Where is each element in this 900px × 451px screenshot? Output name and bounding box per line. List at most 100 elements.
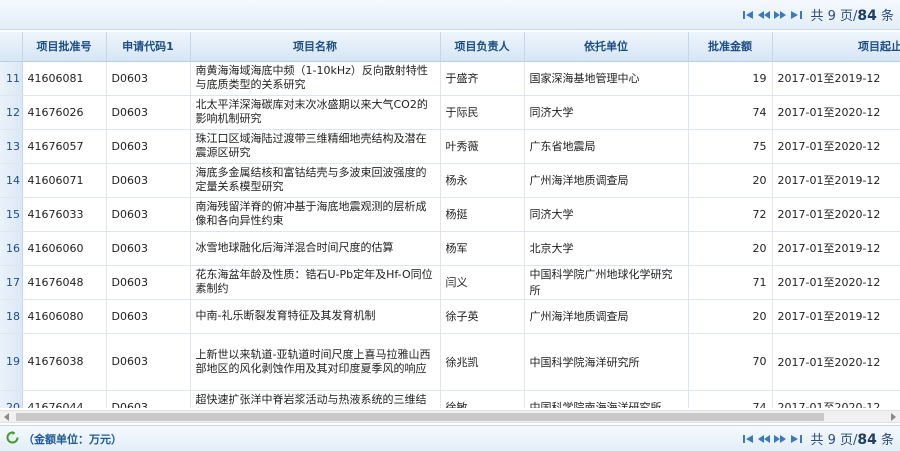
- cell-approval-no: 41606060: [22, 231, 107, 266]
- cell-period: 2017-01至2020-12: [772, 265, 900, 300]
- row-number: 16: [0, 231, 23, 266]
- cell-leader: 杨永: [440, 163, 525, 198]
- refresh-icon[interactable]: [6, 430, 19, 447]
- cell-approval-no: 41606071: [22, 163, 107, 198]
- cell-apply-code: D0603: [106, 299, 191, 334]
- prev-page-icon[interactable]: [758, 432, 771, 446]
- cell-amount: 19: [688, 61, 773, 96]
- cell-amount: 71: [688, 265, 773, 300]
- cell-period: 2017-01至2019-12: [772, 61, 900, 96]
- scrollbar-thumb[interactable]: [16, 413, 824, 421]
- row-number: 19: [0, 333, 23, 391]
- cell-leader: 杨挺: [440, 197, 525, 232]
- cell-amount: 74: [688, 390, 773, 408]
- row-number: 14: [0, 163, 23, 198]
- cell-project-name: 冰雪地球融化后海洋混合时间尺度的估算: [190, 231, 441, 266]
- table-row[interactable]: 14 41606071 D0603 海底多金属结核和富钴结壳与多波束回波强度的定…: [0, 163, 900, 198]
- pager-pages-text: 共 9 页/: [810, 433, 858, 448]
- last-page-icon[interactable]: [790, 432, 802, 446]
- next-page-icon[interactable]: [774, 432, 787, 446]
- col-header-period[interactable]: 项目起止年月: [772, 32, 900, 62]
- table-row[interactable]: 19 41676038 D0603 上新世以来轨道-亚轨道时间尺度上喜马拉雅山西…: [0, 333, 900, 391]
- cell-approval-no: 41676038: [22, 333, 107, 391]
- cell-amount: 72: [688, 197, 773, 232]
- table-row[interactable]: 15 41676033 D0603 南海残留洋脊的俯冲基于海底地震观测的层析成像…: [0, 197, 900, 232]
- bottom-pager-bar: （金额单位：万元） 共 9 页/84 条: [0, 425, 900, 451]
- row-number: 15: [0, 197, 23, 232]
- table-row[interactable]: 16 41606060 D0603 冰雪地球融化后海洋混合时间尺度的估算 杨军 …: [0, 231, 900, 266]
- last-page-icon[interactable]: [790, 8, 802, 22]
- cell-apply-code: D0603: [106, 390, 191, 408]
- cell-period: 2017-01至2020-12: [772, 390, 900, 408]
- cell-leader: 于际民: [440, 95, 525, 130]
- col-header-apply-code[interactable]: 申请代码1: [106, 32, 191, 62]
- row-number: 20: [0, 390, 23, 408]
- cell-leader: 徐敏: [440, 390, 525, 408]
- cell-leader: 叶秀薇: [440, 129, 525, 164]
- first-page-icon[interactable]: [742, 8, 754, 22]
- cell-period: 2017-01至2020-12: [772, 197, 900, 232]
- col-header-rownum: [0, 32, 23, 62]
- cell-project-name: 中南-礼乐断裂发育特征及其发育机制: [190, 299, 441, 334]
- cell-project-name: 海底多金属结核和富钴结壳与多波束回波强度的定量关系模型研究: [190, 163, 441, 198]
- cell-project-name: 上新世以来轨道-亚轨道时间尺度上喜马拉雅山西部地区的风化剥蚀作用及其对印度夏季风…: [190, 333, 441, 391]
- cell-leader: 于盛齐: [440, 61, 525, 96]
- cell-period: 2017-01至2019-12: [772, 299, 900, 334]
- cell-amount: 20: [688, 163, 773, 198]
- table-row[interactable]: 13 41676057 D0603 珠江口区域海陆过渡带三维精细地壳结构及潜在震…: [0, 129, 900, 164]
- cell-approval-no: 41606080: [22, 299, 107, 334]
- row-number: 17: [0, 265, 23, 300]
- scroll-left-icon[interactable]: [0, 411, 14, 423]
- cell-leader: 徐子英: [440, 299, 525, 334]
- table-row[interactable]: 12 41676026 D0603 北太平洋深海碳库对末次冰盛期以来大气CO2的…: [0, 95, 900, 130]
- row-number: 12: [0, 95, 23, 130]
- cell-organization: 广州海洋地质调查局: [524, 163, 689, 198]
- cell-project-name: 超快速扩张洋中脊岩浆活动与热液系统的三维结构及相互作用研究: [190, 390, 441, 408]
- cell-approval-no: 41606081: [22, 61, 107, 96]
- table-row[interactable]: 18 41606080 D0603 中南-礼乐断裂发育特征及其发育机制 徐子英 …: [0, 299, 900, 334]
- top-pager: 共 9 页/84 条: [742, 5, 894, 24]
- pager-info: 共 9 页/84 条: [810, 5, 894, 24]
- cell-apply-code: D0603: [106, 231, 191, 266]
- table-row[interactable]: 20 41676044 D0603 超快速扩张洋中脊岩浆活动与热液系统的三维结构…: [0, 390, 900, 408]
- amount-unit-label: （金额单位：万元）: [23, 432, 122, 446]
- cell-apply-code: D0603: [106, 95, 191, 130]
- cell-organization: 同济大学: [524, 197, 689, 232]
- cell-organization: 中国科学院广州地球化学研究所: [524, 265, 689, 300]
- cell-organization: 同济大学: [524, 95, 689, 130]
- cell-period: 2017-01至2020-12: [772, 95, 900, 130]
- cell-organization: 中国科学院海洋研究所: [524, 333, 689, 391]
- cell-project-name: 珠江口区域海陆过渡带三维精细地壳结构及潜在震源区研究: [190, 129, 441, 164]
- cell-apply-code: D0603: [106, 129, 191, 164]
- table-row[interactable]: 17 41676048 D0603 花东海盆年龄及性质：锆石U-Pb定年及Hf-…: [0, 265, 900, 300]
- prev-page-icon[interactable]: [758, 8, 771, 22]
- col-header-organization[interactable]: 依托单位: [524, 32, 689, 62]
- col-header-project-name[interactable]: 项目名称: [190, 32, 441, 62]
- project-table: 项目批准号 申请代码1 项目名称 项目负责人 依托单位 批准金额 项目起止年月 …: [0, 32, 900, 408]
- col-header-leader[interactable]: 项目负责人: [440, 32, 525, 62]
- cell-approval-no: 41676044: [22, 390, 107, 408]
- cell-approval-no: 41676026: [22, 95, 107, 130]
- cell-approval-no: 41676033: [22, 197, 107, 232]
- cell-amount: 20: [688, 231, 773, 266]
- cell-amount: 70: [688, 333, 773, 391]
- cell-project-name: 南海残留洋脊的俯冲基于海底地震观测的层析成像和各向异性约束: [190, 197, 441, 232]
- table-row[interactable]: 11 41606081 D0603 南黄海海域海底中频（1-10kHz）反向散射…: [0, 61, 900, 96]
- first-page-icon[interactable]: [742, 432, 754, 446]
- cell-apply-code: D0603: [106, 61, 191, 96]
- row-number: 13: [0, 129, 23, 164]
- col-header-amount[interactable]: 批准金额: [688, 32, 773, 62]
- cell-period: 2017-01至2020-12: [772, 129, 900, 164]
- table-header-row: 项目批准号 申请代码1 项目名称 项目负责人 依托单位 批准金额 项目起止年月: [0, 32, 900, 62]
- cell-organization: 广州海洋地质调查局: [524, 299, 689, 334]
- next-page-icon[interactable]: [774, 8, 787, 22]
- cell-period: 2017-01至2019-12: [772, 163, 900, 198]
- horizontal-scrollbar[interactable]: [0, 410, 900, 423]
- cell-approval-no: 41676048: [22, 265, 107, 300]
- col-header-approval-no[interactable]: 项目批准号: [22, 32, 107, 62]
- cell-amount: 75: [688, 129, 773, 164]
- cell-apply-code: D0603: [106, 163, 191, 198]
- scroll-right-icon[interactable]: [886, 411, 900, 423]
- cell-project-name: 南黄海海域海底中频（1-10kHz）反向散射特性与底质类型的关系研究: [190, 61, 441, 96]
- cell-period: 2017-01至2019-12: [772, 231, 900, 266]
